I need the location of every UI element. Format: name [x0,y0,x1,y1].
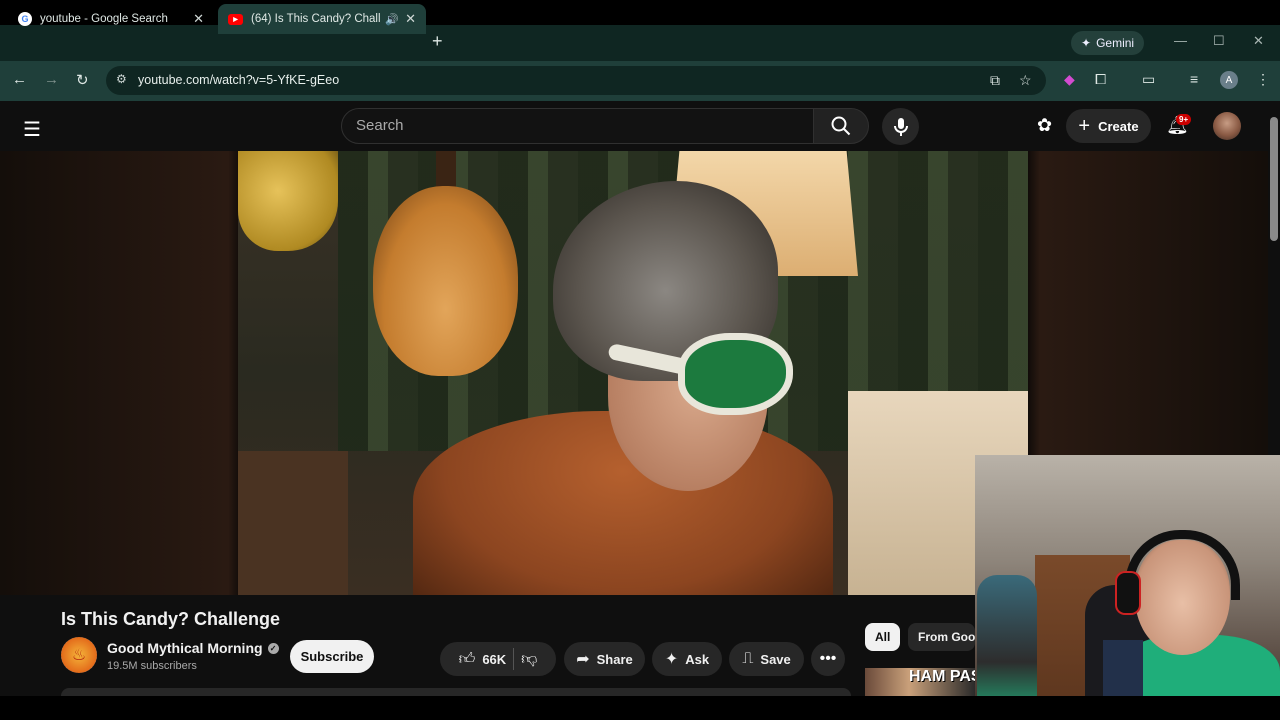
share-button[interactable]: ➦ Share [564,642,645,676]
reload-icon[interactable]: ↻ [76,71,89,89]
subscribe-button[interactable]: Subscribe [290,640,374,673]
create-button[interactable]: + Create [1066,109,1151,143]
verified-check-icon: ✓ [267,642,279,654]
close-icon[interactable]: ✕ [405,11,416,27]
ask-label: Ask [685,651,710,667]
media-controls-icon[interactable]: ≡ [1190,71,1198,87]
chip-from-good[interactable]: From Good [908,623,975,651]
like-count[interactable]: 66K [482,652,506,667]
blindfold-mask-image [678,333,793,415]
youtube-icon: ▶ [228,13,243,25]
thumbs-up-icon[interactable]: 👍︎ [459,650,476,669]
tab-label: (64) Is This Candy? Challeng [251,13,381,25]
tab-youtube-video[interactable]: ▶ (64) Is This Candy? Challeng 🔊 ✕ [218,4,426,34]
subscriber-count: 19.5M subscribers [107,660,197,672]
url-text[interactable]: youtube.com/watch?v=5-YfKE-gEeo [138,73,339,87]
headset-earcup-image [1117,573,1139,613]
plus-icon: + [1078,114,1091,137]
sparkle-icon: ✦ [664,651,679,668]
divider [513,648,515,670]
more-horizontal-icon: ••• [819,650,837,667]
bookmark-star-icon[interactable]: ☆ [1019,72,1032,89]
like-dislike-group: 👍︎ 66K 👎︎ [440,642,556,676]
gemini-label: Gemini [1096,36,1135,50]
chip-all[interactable]: All [865,623,901,651]
search-button[interactable] [813,108,869,144]
avatar[interactable] [1213,112,1241,140]
browser-profile-avatar[interactable]: A [1220,71,1238,89]
acoustic-guitar-image [373,186,518,376]
shelf-image [238,451,348,595]
maximize-icon[interactable]: ☐ [1213,33,1225,49]
voice-search-button[interactable] [882,108,919,145]
thumbs-down-icon[interactable]: 👎︎ [521,650,537,669]
electric-guitar-image [238,151,338,251]
channel-name-text[interactable]: Good Mythical Morning [107,640,263,656]
tab-label: youtube - Google Search [40,13,168,25]
speaker-icon[interactable]: 🔊 [385,13,399,26]
cast-icon[interactable]: ▭ [1142,71,1155,88]
flame-icon: ♨ [71,647,87,664]
extensions-puzzle-icon[interactable]: ⧠ [1095,71,1106,88]
microphone-icon [893,117,908,136]
install-app-icon[interactable]: ⧉ [990,72,1000,89]
screen: G youtube - Google Search ✕ ▶ (64) Is Th… [0,0,1280,720]
video-frame [238,151,1028,595]
description-box[interactable] [61,688,851,696]
recommended-video-thumbnail[interactable]: HAM PAS [865,668,975,696]
bookmark-icon: ⎍ [742,650,754,667]
search-input[interactable] [356,117,796,134]
sparkle-icon: ✦ [1081,36,1092,50]
window-close-icon[interactable]: ✕ [1253,33,1264,49]
video-title: Is This Candy? Challenge [61,609,281,629]
channel-avatar[interactable]: ♨ [61,637,97,673]
forward-icon[interactable]: → [44,71,59,88]
channel-name[interactable]: Good Mythical Morning ✓ [107,640,279,656]
notification-badge: 9+ [1176,114,1192,125]
scrollbar-thumb[interactable] [1270,117,1278,241]
save-label: Save [760,651,791,667]
extension-icon[interactable]: ◆ [1064,71,1075,88]
new-tab-icon[interactable]: + [432,31,443,52]
ask-button[interactable]: ✦ Ask [652,642,722,676]
save-button[interactable]: ⎍ Save [729,642,804,676]
search-icon [831,116,851,136]
gemini-button[interactable]: ✦ Gemini [1071,31,1145,55]
google-icon: G [18,12,32,26]
search-box[interactable] [341,108,814,144]
letterbox-bar [0,696,1280,720]
more-actions-button[interactable]: ••• [811,642,845,676]
address-bar[interactable]: ⚙ youtube.com/watch?v=5-YfKE-gEeo [106,66,1046,95]
menu-kebab-icon[interactable]: ⋮ [1256,71,1270,88]
webcam-overlay [975,455,1280,720]
premium-sparkle-icon[interactable]: ✿ [1037,115,1052,136]
create-label: Create [1098,118,1139,134]
hamburger-menu-icon[interactable]: ☰ [23,117,41,142]
headset-image [1125,530,1240,600]
minimize-icon[interactable]: — [1174,33,1187,48]
site-settings-icon[interactable]: ⚙ [116,72,127,86]
share-arrow-icon: ➦ [576,651,590,668]
thumbnail-text: HAM PAS [909,668,975,685]
close-icon[interactable]: ✕ [193,11,204,27]
back-icon[interactable]: ← [12,71,27,88]
tab-google-search[interactable]: G youtube - Google Search ✕ [8,4,214,34]
share-label: Share [596,651,633,667]
